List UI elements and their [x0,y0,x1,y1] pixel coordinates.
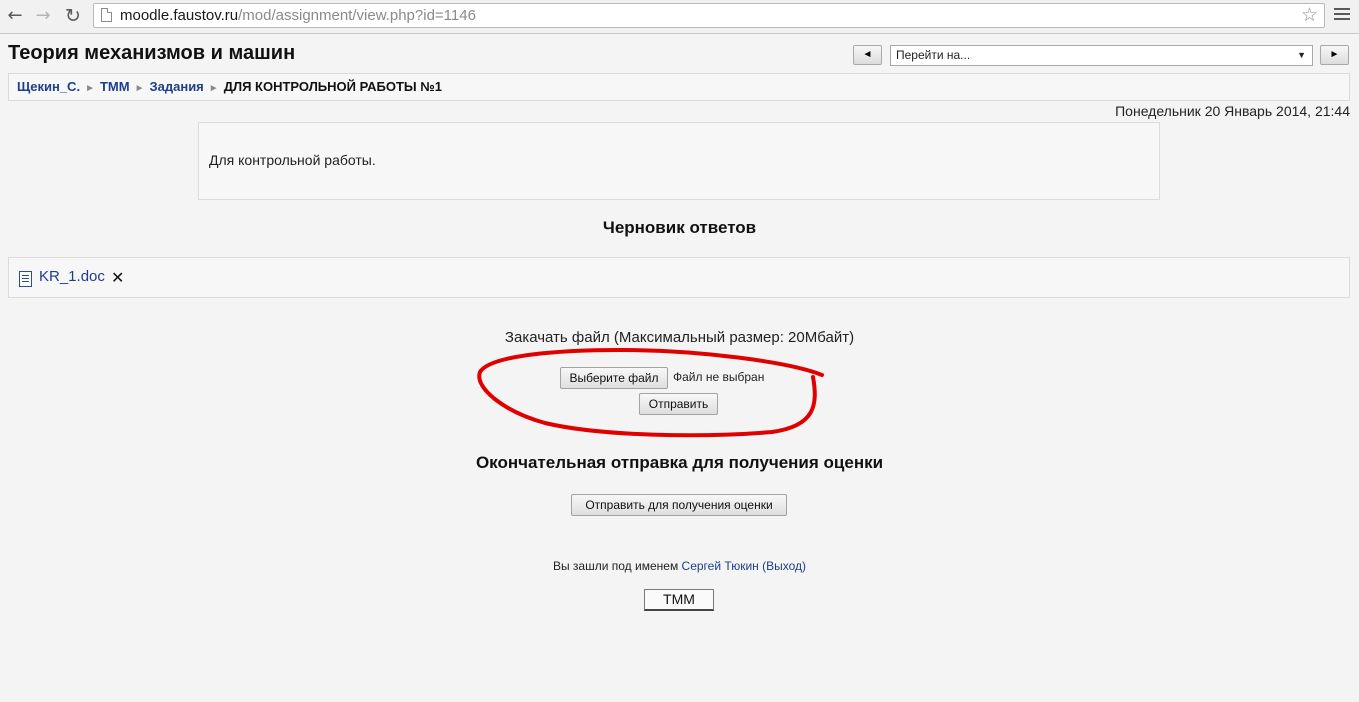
reload-icon[interactable]: ↻ [62,5,84,27]
back-arrow-icon[interactable]: ← [4,5,26,27]
draft-file-link[interactable]: KR_1.doc [39,268,105,285]
upload-label: Закачать файл (Максимальный размер: 20Мб… [504,329,855,346]
submit-for-grading-button[interactable]: Отправить для получения оценки [571,494,787,516]
jump-to-select-value: Перейти на... [896,48,971,62]
course-home-button[interactable]: ТММ [644,589,714,611]
final-submission-heading: Окончательная отправка для получения оце… [475,453,884,472]
draft-files-box: KR_1.doc ✕ [8,257,1350,298]
browser-menu-icon[interactable] [1334,8,1350,23]
forward-arrow-icon[interactable]: → [32,5,54,27]
bookmark-star-icon[interactable]: ☆ [1301,4,1318,26]
next-activity-button[interactable]: ► [1320,45,1349,65]
upload-submit-button[interactable]: Отправить [639,393,718,415]
browser-toolbar: ← → ↻ moodle.faustov.ru/mod/assignment/v… [0,0,1359,34]
page-icon [101,8,112,22]
breadcrumb-separator: ► [208,83,219,94]
login-info-prefix: Вы зашли под именем [552,559,679,573]
jump-to-select[interactable]: Перейти на... ▼ [890,45,1313,66]
breadcrumb-current: ДЛЯ КОНТРОЛЬНОЙ РАБОТЫ №1 [223,79,442,94]
no-file-chosen-text: Файл не выбран [673,370,765,384]
word-doc-icon [19,271,32,287]
url-path: /mod/assignment/view.php?id=1146 [238,7,476,24]
close-icon[interactable]: ✕ [111,268,124,287]
url-host: moodle.faustov.ru [120,7,239,24]
breadcrumb-item-assignments[interactable]: Задания [149,79,203,94]
breadcrumb-item-user[interactable]: Щекин_С. [17,79,80,94]
assignment-description: Для контрольной работы. [209,152,376,168]
chevron-down-icon: ▼ [1297,50,1306,60]
login-info: Вы зашли под именем Сергей Тюкин (Выход) [0,559,1359,573]
course-title: Теория механизмов и машин [8,42,296,64]
breadcrumb-separator: ► [85,83,95,94]
logout-link[interactable]: (Выход) [762,559,806,573]
current-datetime: Понедельник 20 Январь 2014, 21:44 [1115,103,1350,119]
url-text[interactable]: moodle.faustov.ru/mod/assignment/view.ph… [120,7,476,24]
address-bar[interactable]: moodle.faustov.ru/mod/assignment/view.ph… [93,3,1325,28]
choose-file-button[interactable]: Выберите файл [560,367,668,389]
breadcrumb-item-course[interactable]: ТММ [100,79,130,94]
user-profile-link[interactable]: Сергей Тюкин [682,559,759,573]
assignment-description-box: Для контрольной работы. [198,122,1160,200]
draft-heading: Черновик ответов [602,218,757,237]
previous-activity-button[interactable]: ◄ [853,45,882,65]
breadcrumb: Щекин_С. ► ТММ ► Задания ► ДЛЯ КОНТРОЛЬНОЙ РАБ… [8,73,1350,101]
breadcrumb-separator: ► [134,83,145,94]
